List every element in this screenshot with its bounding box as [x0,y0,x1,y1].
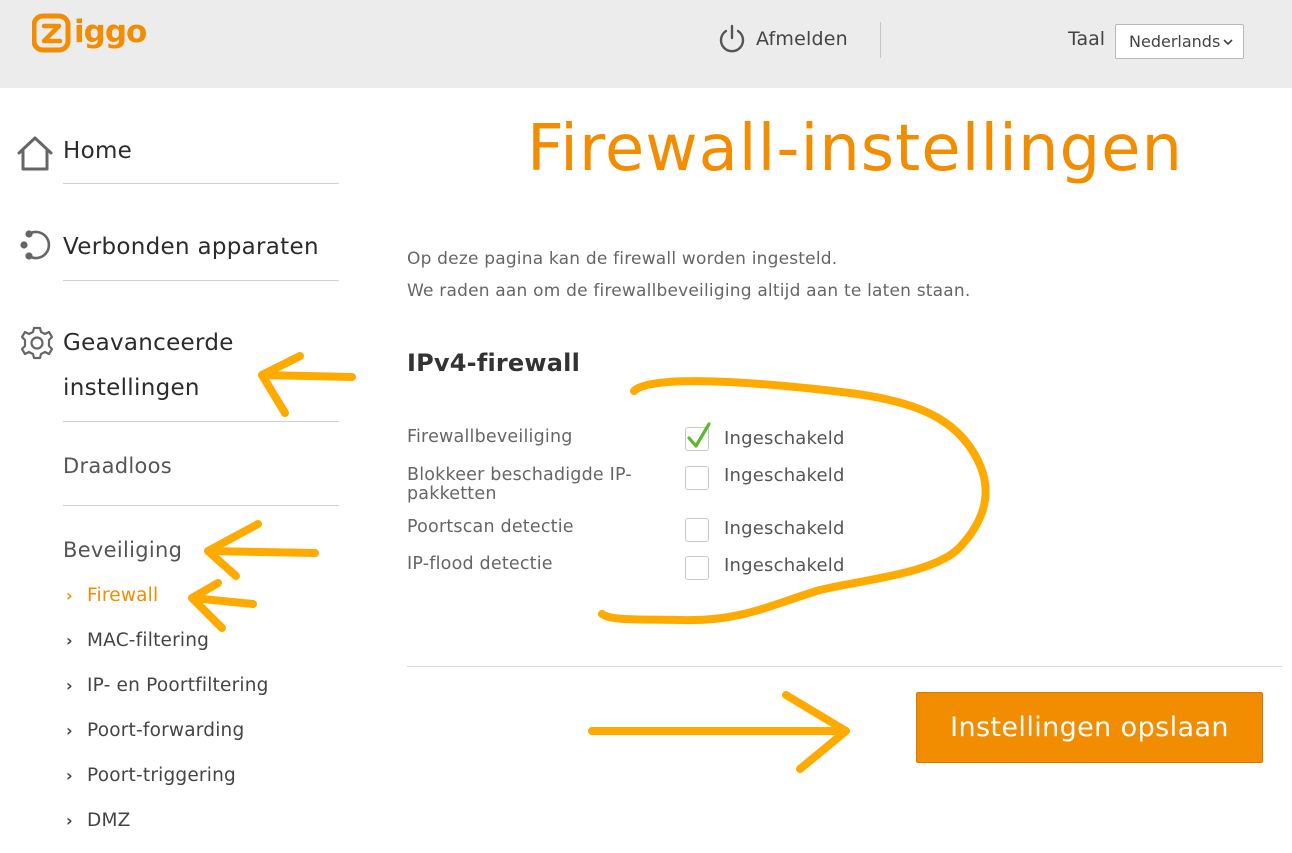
setting-label-block-corrupt-ip: Blokkeer beschadigde IP-pakketten [407,465,632,504]
setting-label-firewall: Firewallbeveiliging [407,427,573,447]
section-title: IPv4-firewall [407,349,581,377]
top-header: iggo Afmelden Taal Nederlands [0,0,1292,88]
checkbox-block-corrupt-ip[interactable] [685,466,709,490]
sidebar-subitem-ip-port-filtering[interactable]: › IP- en Poortfiltering [66,675,269,696]
annotation-arrow [588,691,850,773]
sidebar-item-label: Home [63,138,133,164]
sidebar-subitem-label: MAC-filtering [87,630,210,651]
page-title: Firewall-instellingen [527,112,1184,186]
annotation-arrow [188,579,257,632]
intro-text-line-2: We raden aan om de firewallbeveiliging a… [407,281,971,301]
setting-value-label: Ingeschakeld [724,518,845,539]
logout-label: Afmelden [756,28,848,50]
checkmark-icon [687,422,711,448]
sidebar-subitem-dmz[interactable]: › DMZ [66,810,130,831]
sidebar-item-label: Geavanceerde [63,330,234,356]
header-divider [880,22,881,58]
intro-text-line-1: Op deze pagina kan de firewall worden in… [407,249,838,269]
sidebar-divider [63,183,339,184]
chevron-right-icon: › [66,586,73,605]
sidebar-subitem-label: Poort-forwarding [87,720,245,741]
sidebar-item-label: Verbonden apparaten [63,234,319,260]
sidebar-subitem-label: Firewall [87,585,159,606]
sidebar-divider [63,280,339,281]
sidebar-subitem-firewall[interactable]: › Firewall [66,585,158,606]
setting-value-label: Ingeschakeld [724,555,845,576]
checkbox-ip-flood-detection[interactable] [685,556,709,580]
ziggo-logo[interactable]: iggo [32,10,162,58]
chevron-right-icon: › [66,766,73,785]
annotation-arrow [204,520,319,580]
sidebar-subitem-label: IP- en Poortfiltering [87,675,269,696]
gear-icon [20,326,54,360]
sidebar-section-security[interactable]: Beveiliging [63,538,182,562]
connected-devices-icon [20,230,51,260]
sidebar-subitem-port-forwarding[interactable]: › Poort-forwarding [66,720,244,741]
chevron-down-icon [1223,39,1233,46]
language-select-value: Nederlands [1129,32,1221,51]
chevron-right-icon: › [66,811,73,830]
home-icon [17,136,53,171]
setting-label-portscan-detection: Poortscan detectie [407,517,574,537]
sidebar-subitem-label: DMZ [87,810,131,831]
language-label: Taal [1068,28,1106,50]
language-select[interactable]: Nederlands [1115,24,1244,59]
content-divider [407,666,1282,667]
sidebar-divider [63,421,339,422]
logout-button[interactable]: Afmelden [718,24,848,54]
setting-label-ip-flood-detection: IP-flood detectie [407,554,553,574]
checkbox-firewall[interactable] [685,422,711,451]
setting-value-label: Ingeschakeld [724,428,845,449]
save-settings-button[interactable]: Instellingen opslaan [916,692,1263,763]
setting-value-label: Ingeschakeld [724,465,845,486]
checkbox-portscan-detection[interactable] [685,518,709,542]
power-icon [719,24,745,53]
chevron-right-icon: › [66,721,73,740]
chevron-right-icon: › [66,676,73,695]
sidebar-subitem-mac-filtering[interactable]: › MAC-filtering [66,630,209,651]
chevron-right-icon: › [66,631,73,650]
sidebar-subitem-label: Poort-triggering [87,765,236,786]
sidebar-divider [63,505,339,506]
annotation-bracket [598,377,990,625]
svg-text:iggo: iggo [74,14,146,50]
sidebar-section-wireless[interactable]: Draadloos [63,454,172,478]
sidebar-item-label: instellingen [63,375,200,401]
sidebar-subitem-port-triggering[interactable]: › Poort-triggering [66,765,236,786]
annotation-arrow [258,352,356,417]
